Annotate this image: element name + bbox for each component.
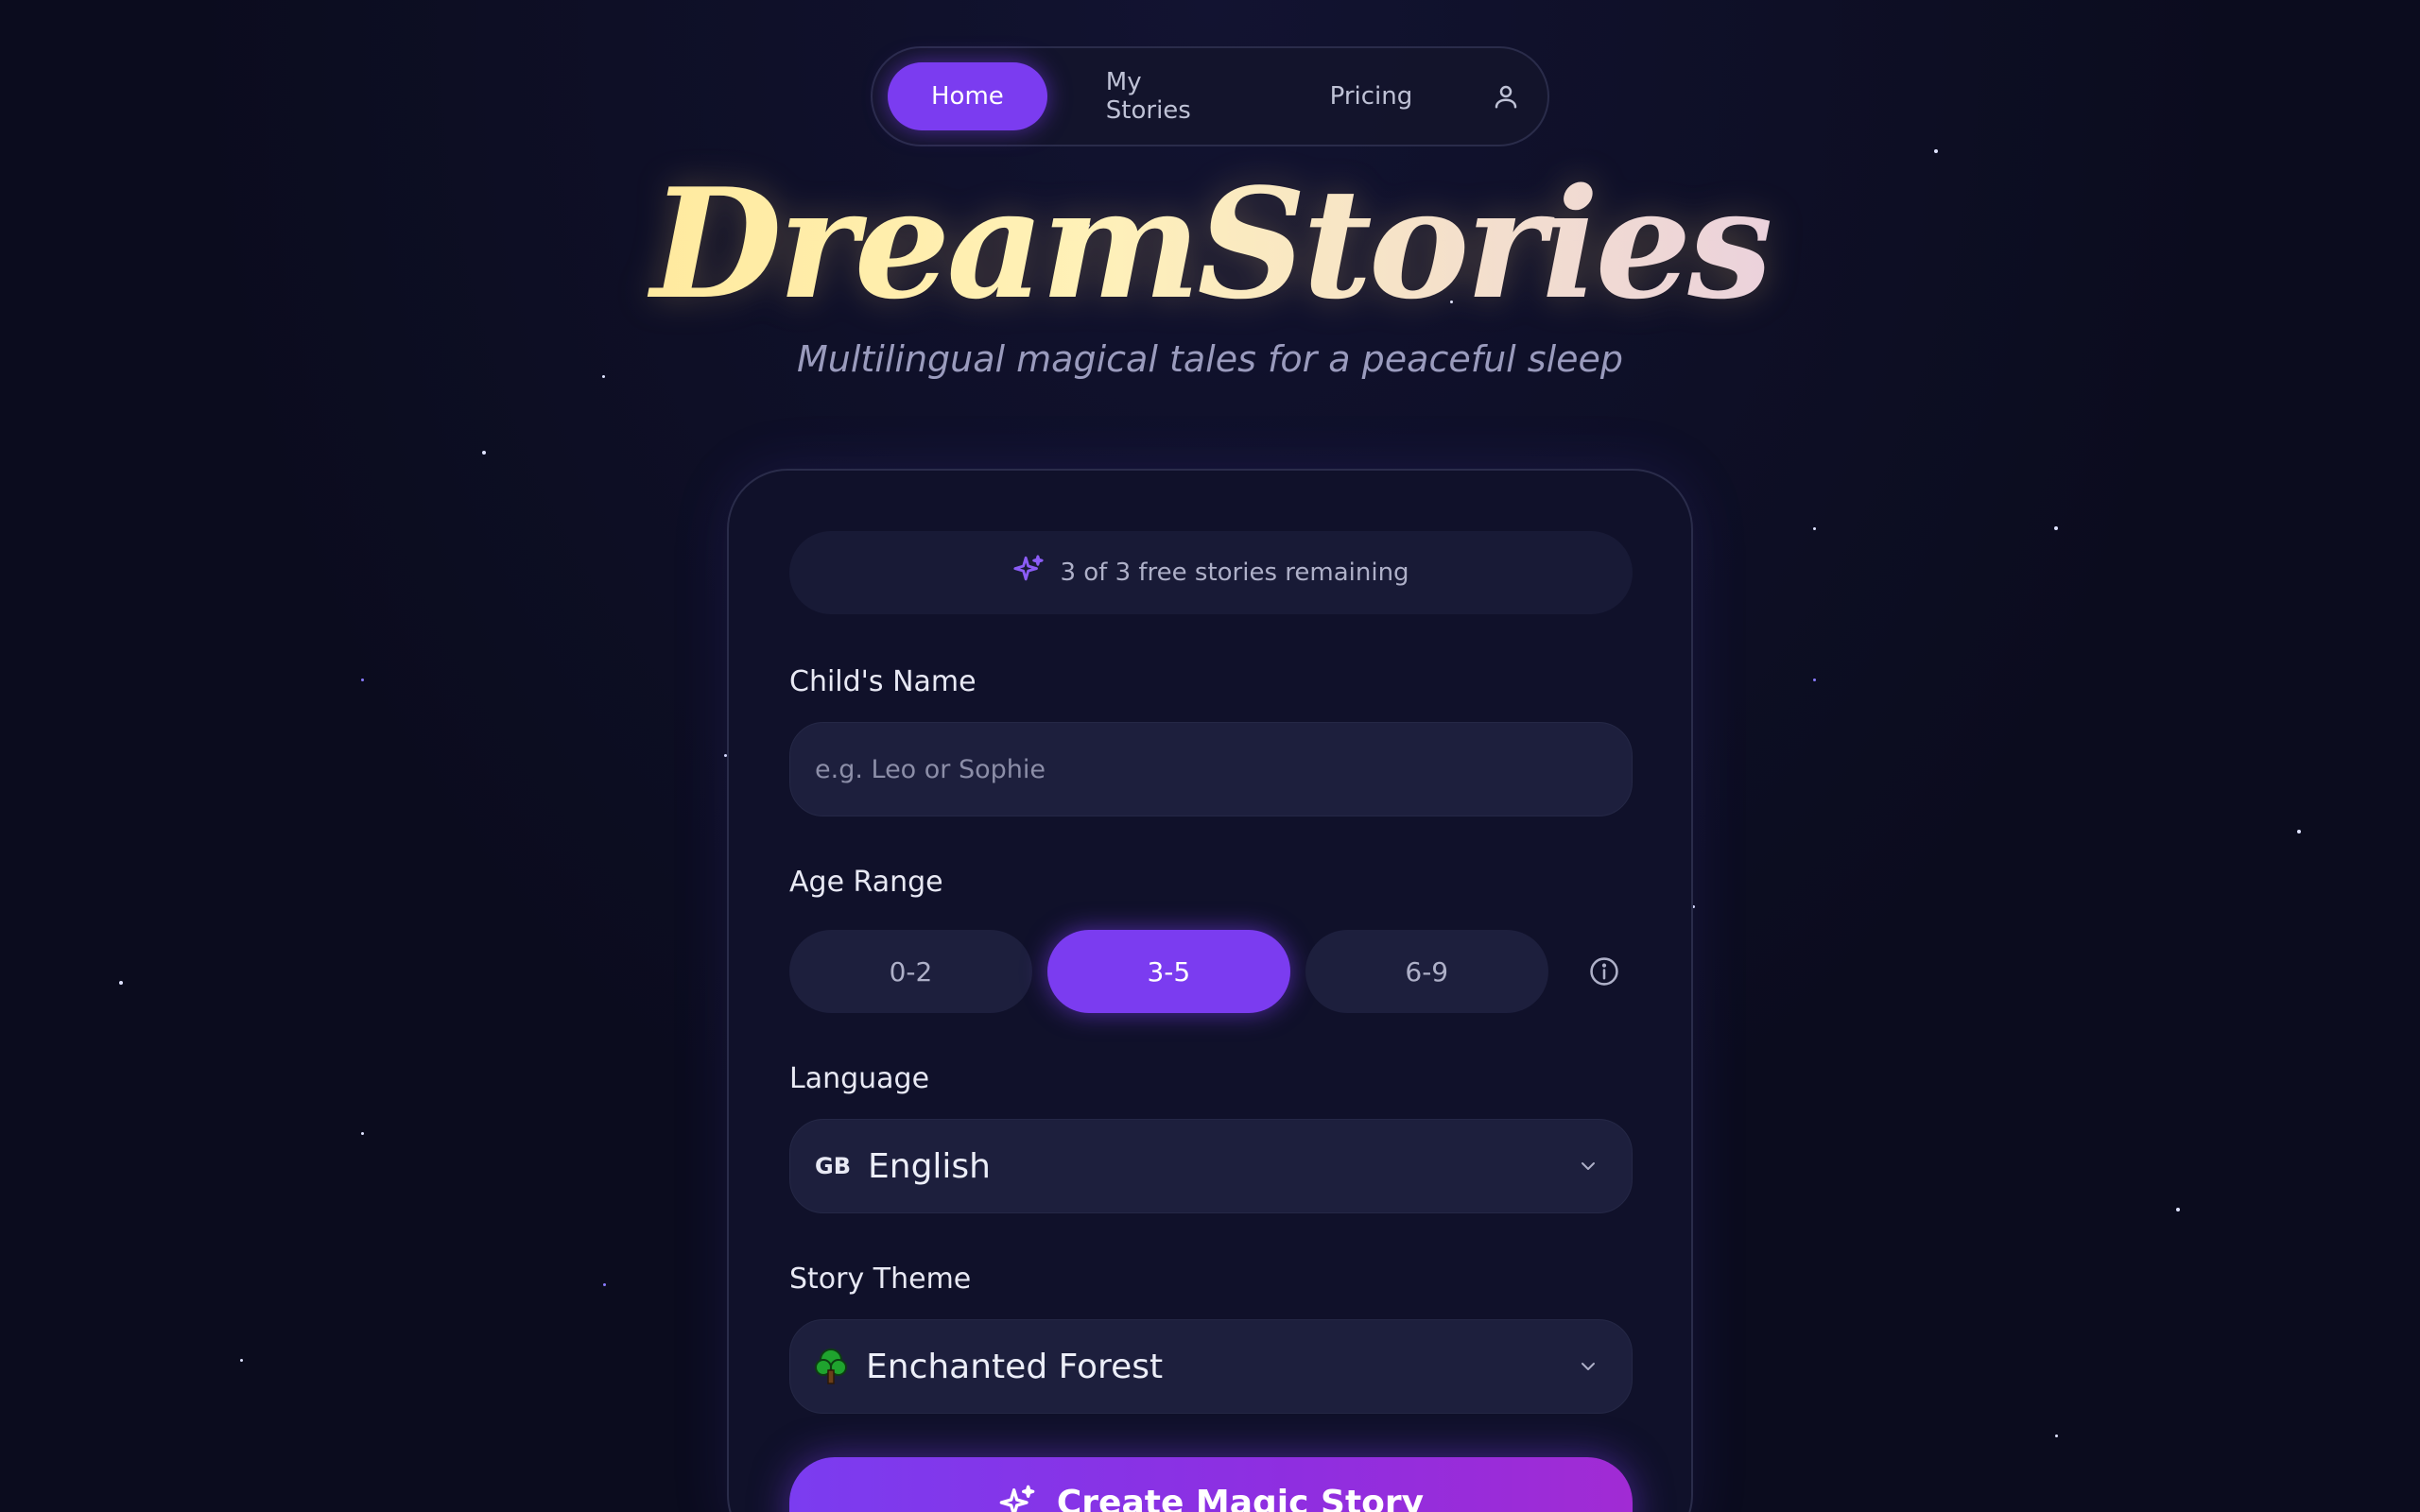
story-theme-select[interactable]: Enchanted Forest <box>789 1319 1633 1414</box>
app-subtitle: Multilingual magical tales for a peacefu… <box>796 338 1624 380</box>
age-option-6-9[interactable]: 6-9 <box>1305 930 1548 1013</box>
star <box>603 1283 606 1286</box>
star <box>361 1132 364 1135</box>
nav-pricing[interactable]: Pricing <box>1287 62 1457 130</box>
flag-gb: GB <box>815 1153 851 1179</box>
story-theme-label: Story Theme <box>789 1263 972 1296</box>
create-story-button[interactable]: Create Magic Story <box>789 1457 1633 1512</box>
star <box>482 451 486 455</box>
sparkles-icon <box>998 1484 1036 1512</box>
language-label: Language <box>789 1062 930 1095</box>
age-option-0-2[interactable]: 0-2 <box>789 930 1032 1013</box>
story-form-card: 3 of 3 free stories remaining Child's Na… <box>727 469 1693 1512</box>
age-option-3-5[interactable]: 3-5 <box>1046 930 1290 1013</box>
app-title: DreamStories <box>0 161 2420 327</box>
nav-home[interactable]: Home <box>888 62 1047 130</box>
star <box>119 981 123 985</box>
star <box>1813 679 1816 681</box>
free-stories-text: 3 of 3 free stories remaining <box>1060 558 1409 587</box>
star <box>240 1359 243 1362</box>
sparkles-icon <box>1012 554 1045 593</box>
chevron-down-icon <box>1569 1348 1607 1385</box>
tree-icon <box>815 1348 847 1385</box>
star <box>2297 830 2301 833</box>
user-icon[interactable] <box>1478 68 1532 125</box>
star <box>2055 1435 2058 1437</box>
story-theme-value: Enchanted Forest <box>866 1347 1164 1386</box>
star <box>1813 527 1816 530</box>
language-value: English <box>868 1146 991 1186</box>
star <box>2176 1208 2180 1211</box>
child-name-label: Child's Name <box>789 665 977 698</box>
child-name-field[interactable] <box>789 722 1633 816</box>
chevron-down-icon <box>1569 1147 1607 1185</box>
age-range-label: Age Range <box>789 866 943 899</box>
create-story-label: Create Magic Story <box>1056 1484 1425 1512</box>
nav-my-stories[interactable]: My Stories <box>1063 62 1271 130</box>
free-stories-banner: 3 of 3 free stories remaining <box>789 531 1633 614</box>
child-name-input[interactable] <box>815 754 1607 784</box>
language-select[interactable]: GB English <box>789 1119 1633 1213</box>
star <box>361 679 364 681</box>
top-nav: Home My Stories Pricing <box>871 46 1549 146</box>
age-range-selector: 0-2 3-5 6-9 <box>789 930 1633 1013</box>
star <box>1934 149 1938 153</box>
page: Home My Stories Pricing DreamStories Mul… <box>0 0 2420 1512</box>
star <box>2054 526 2058 530</box>
info-icon[interactable] <box>1577 943 1633 1000</box>
